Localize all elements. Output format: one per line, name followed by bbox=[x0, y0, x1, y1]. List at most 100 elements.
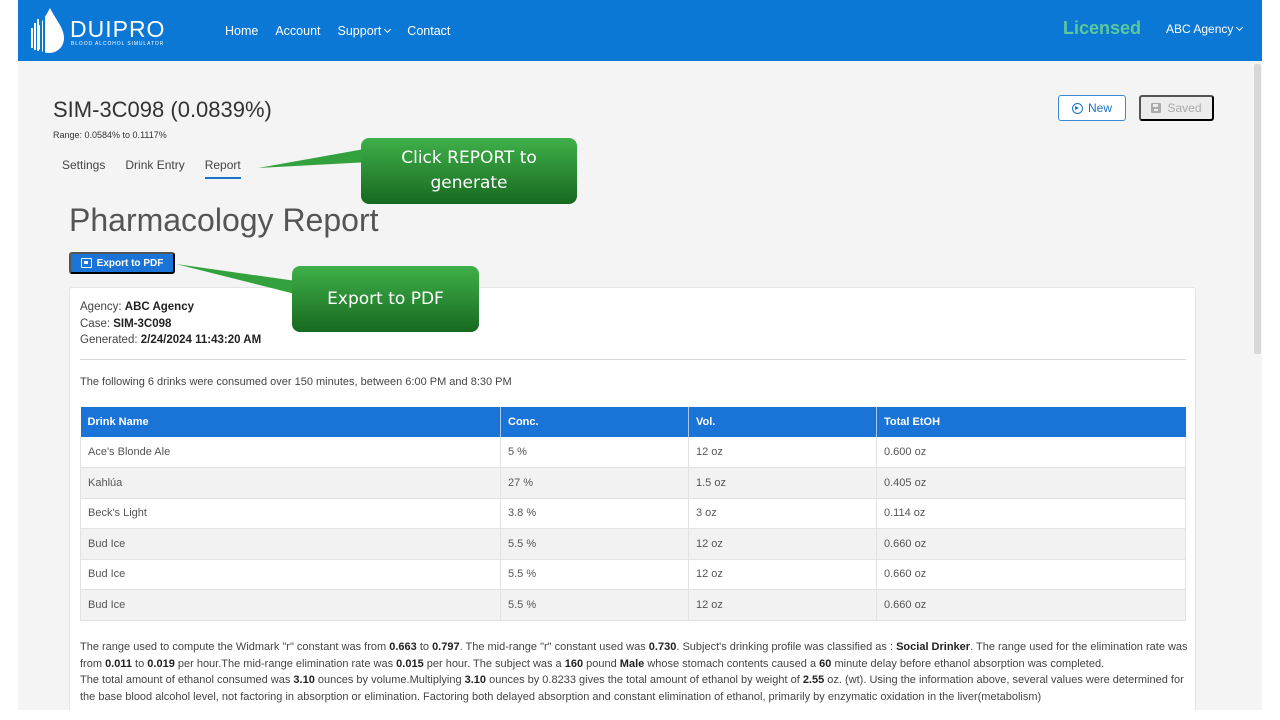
cell-total-etoh: 0.600 oz bbox=[876, 437, 1186, 468]
narrative-value: 160 bbox=[564, 657, 584, 670]
cell-total-etoh: 0.405 oz bbox=[876, 467, 1186, 499]
generated-value: 2/24/2024 11:43:20 AM bbox=[140, 334, 262, 346]
export-pdf-button[interactable]: Export to PDF bbox=[69, 252, 175, 274]
case-value: SIM-3C098 bbox=[113, 317, 172, 330]
meta-agency: Agency: ABC Agency bbox=[80, 299, 261, 316]
narrative-text: per hour. The subject was a bbox=[423, 657, 565, 670]
new-button-label: New bbox=[1087, 101, 1112, 115]
report-card: Agency: ABC Agency Case: SIM-3C098 Gener… bbox=[69, 287, 1196, 710]
table-row: Beck's Light 3.8 % 3 oz 0.114 oz bbox=[80, 498, 1186, 529]
license-status: Licensed bbox=[1063, 18, 1142, 38]
callout-export-pdf: Export to PDF bbox=[292, 266, 479, 332]
narrative-text: per hour.The mid-range elimination rate … bbox=[174, 657, 397, 670]
vertical-scrollbar[interactable] bbox=[1254, 64, 1261, 354]
narrative-value: 0.730 bbox=[648, 641, 677, 653]
narrative-value: Social Drinker bbox=[896, 641, 971, 653]
narrative-text: ounces by volume.Multiplying bbox=[314, 674, 465, 686]
nav-account-label: Account bbox=[275, 23, 321, 38]
drinks-summary: The following 6 drinks were consumed ove… bbox=[80, 376, 512, 388]
bottom-strip bbox=[18, 710, 1262, 720]
floppy-disk-icon bbox=[1151, 103, 1162, 113]
cell-drink-name: Ace's Blonde Ale bbox=[80, 437, 501, 468]
col-vol: Vol. bbox=[688, 407, 877, 437]
new-button[interactable]: New bbox=[1058, 95, 1126, 121]
narrative-text: ounces by 0.8233 gives the total amount … bbox=[486, 674, 803, 686]
cell-drink-name: Bud Ice bbox=[80, 589, 501, 621]
nav-contact-label: Contact bbox=[407, 23, 451, 38]
narrative-text: to bbox=[416, 641, 433, 653]
cell-conc: 5.5 % bbox=[500, 559, 689, 590]
report-meta: Agency: ABC Agency Case: SIM-3C098 Gener… bbox=[80, 299, 261, 349]
account-name: ABC Agency bbox=[1166, 22, 1234, 36]
meta-generated: Generated: 2/24/2024 11:43:20 AM bbox=[80, 332, 261, 349]
cell-drink-name: Kahlúa bbox=[80, 467, 501, 499]
cell-total-etoh: 0.114 oz bbox=[876, 498, 1186, 529]
divider bbox=[80, 359, 1186, 360]
duipro-logo[interactable]: DUIPRO BLOOD ALCOHOL SIMULATOR bbox=[30, 6, 180, 54]
narrative-text: The total amount of ethanol consumed was bbox=[80, 674, 294, 686]
narrative-paragraph-1: The range used to compute the Widmark "r… bbox=[80, 639, 1188, 672]
table-row: Bud Ice 5.5 % 12 oz 0.660 oz bbox=[80, 559, 1186, 590]
table-row: Kahlúa 27 % 1.5 oz 0.405 oz bbox=[80, 467, 1186, 499]
generated-label: Generated: bbox=[80, 334, 138, 346]
chevron-down-icon bbox=[1236, 23, 1244, 32]
tab-settings[interactable]: Settings bbox=[62, 158, 105, 179]
agency-value: ABC Agency bbox=[124, 301, 194, 313]
narrative-value: 60 bbox=[819, 657, 832, 670]
logo-title: DUIPRO bbox=[70, 16, 166, 42]
cell-conc: 5 % bbox=[500, 437, 689, 468]
nav-home[interactable]: Home bbox=[225, 24, 258, 38]
table-header-row: Drink Name Conc. Vol. Total EtOH bbox=[80, 407, 1186, 437]
saved-button: Saved bbox=[1139, 95, 1214, 121]
report-narrative: The range used to compute the Widmark "r… bbox=[80, 639, 1188, 705]
col-drink-name: Drink Name bbox=[80, 407, 501, 437]
report-heading: Pharmacology Report bbox=[69, 202, 379, 238]
case-label: Case: bbox=[80, 317, 111, 330]
cell-total-etoh: 0.660 oz bbox=[876, 589, 1186, 621]
table-row: Ace's Blonde Ale 5 % 12 oz 0.600 oz bbox=[80, 437, 1186, 468]
nav-account[interactable]: Account bbox=[275, 24, 320, 38]
main-nav: Home Account Support Contact bbox=[225, 0, 450, 61]
pdf-icon bbox=[80, 258, 92, 268]
cell-vol: 12 oz bbox=[688, 437, 877, 468]
narrative-value: 3.10 bbox=[293, 674, 315, 686]
cell-vol: 3 oz bbox=[688, 498, 877, 529]
agency-label: Agency: bbox=[80, 301, 122, 313]
nav-contact[interactable]: Contact bbox=[407, 24, 450, 38]
logo-subtitle: BLOOD ALCOHOL SIMULATOR bbox=[71, 41, 165, 47]
drinks-table: Drink Name Conc. Vol. Total EtOH Ace's B… bbox=[80, 407, 1186, 621]
table-row: Bud Ice 5.5 % 12 oz 0.660 oz bbox=[80, 528, 1186, 560]
app-page: DUIPRO BLOOD ALCOHOL SIMULATOR Home Acco… bbox=[18, 0, 1262, 710]
nav-support-label: Support bbox=[337, 23, 382, 38]
cell-total-etoh: 0.660 oz bbox=[876, 528, 1186, 560]
cell-drink-name: Beck's Light bbox=[80, 498, 501, 529]
circle-arrow-icon bbox=[1071, 102, 1083, 114]
logo-drop-icon bbox=[31, 8, 64, 53]
tab-report[interactable]: Report bbox=[204, 158, 241, 179]
cell-vol: 12 oz bbox=[688, 559, 877, 590]
callout-report-pointer bbox=[258, 148, 370, 168]
cell-total-etoh: 0.660 oz bbox=[876, 559, 1186, 590]
cell-vol: 12 oz bbox=[688, 528, 877, 560]
cell-conc: 3.8 % bbox=[500, 498, 689, 529]
cell-vol: 1.5 oz bbox=[688, 467, 877, 499]
col-total-etoh: Total EtOH bbox=[876, 407, 1186, 437]
nav-home-label: Home bbox=[225, 23, 259, 38]
narrative-paragraph-2: The total amount of ethanol consumed was… bbox=[80, 672, 1188, 705]
cell-drink-name: Bud Ice bbox=[80, 559, 501, 590]
table-row: Bud Ice 5.5 % 12 oz 0.660 oz bbox=[80, 589, 1186, 621]
cell-conc: 5.5 % bbox=[500, 589, 689, 621]
tab-drink-entry[interactable]: Drink Entry bbox=[125, 158, 184, 179]
narrative-value: 0.797 bbox=[432, 641, 460, 653]
chevron-down-icon bbox=[384, 25, 392, 33]
narrative-value: 0.663 bbox=[389, 641, 417, 653]
narrative-value: 2.55 bbox=[802, 674, 825, 686]
narrative-text: The range used to compute the Widmark "r… bbox=[80, 641, 390, 653]
nav-support-dropdown[interactable]: Support bbox=[337, 23, 392, 38]
narrative-value: Male bbox=[619, 657, 645, 670]
bac-range: Range: 0.0584% to 0.1117% bbox=[53, 130, 167, 140]
narrative-value: 0.015 bbox=[396, 657, 424, 670]
narrative-text: minute delay before ethanol absorption w… bbox=[831, 657, 1105, 670]
callout-click-report: Click REPORT to generate bbox=[361, 138, 577, 204]
account-dropdown[interactable]: ABC Agency bbox=[1166, 22, 1244, 36]
